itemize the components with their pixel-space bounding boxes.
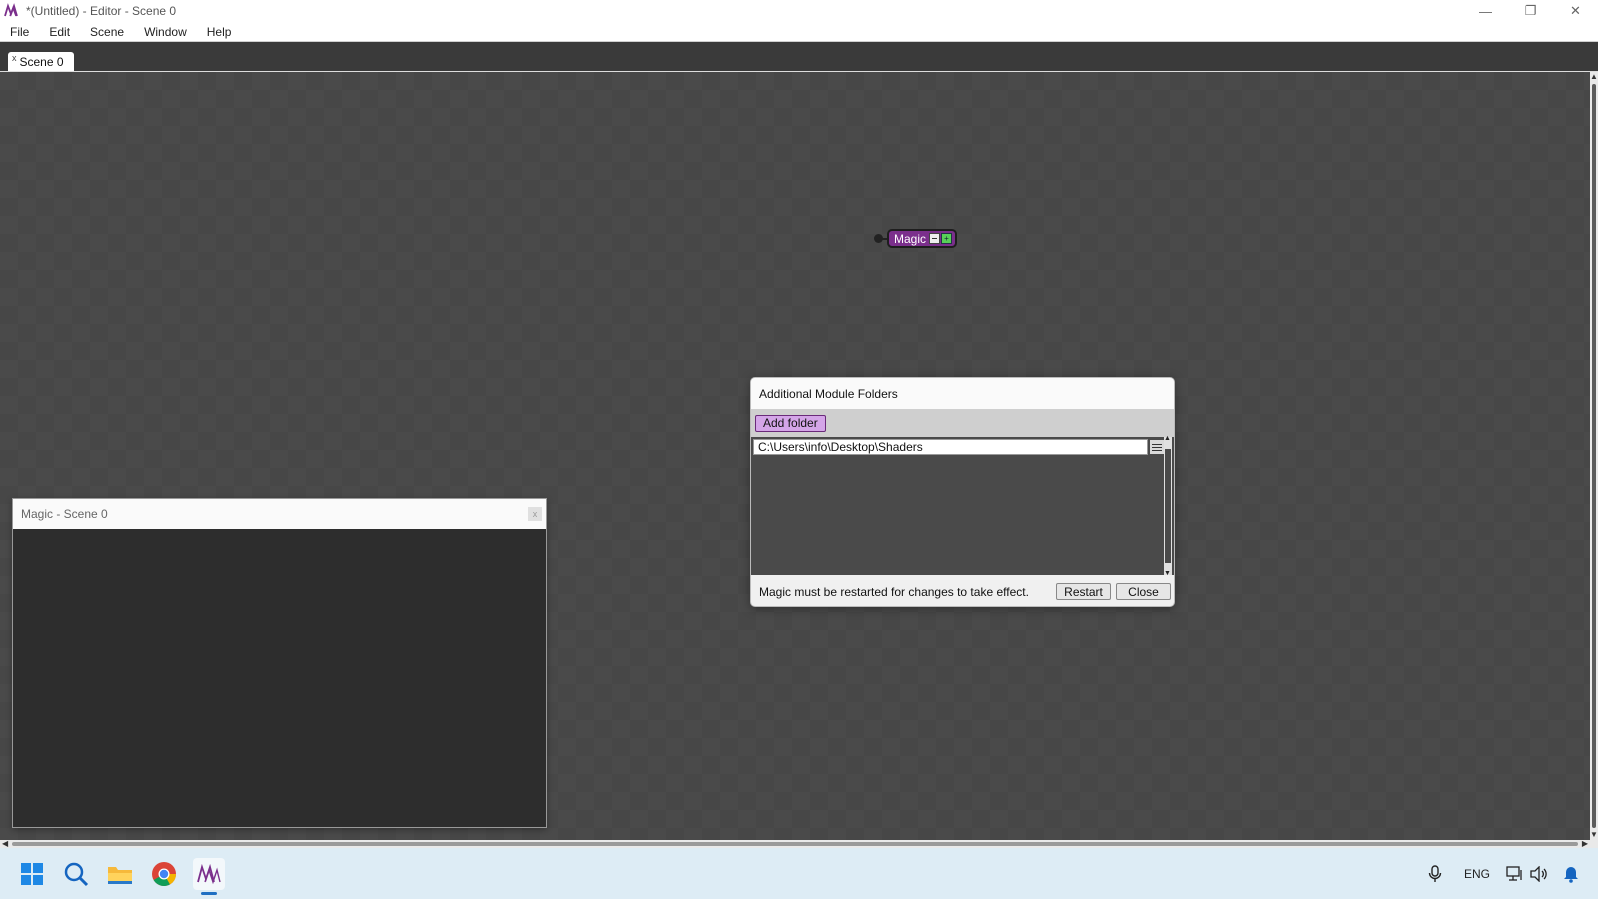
node-collapse-icon[interactable] <box>929 233 941 244</box>
module-folders-dialog: Additional Module Folders Add folder C:\… <box>750 377 1175 607</box>
menu-window[interactable]: Window <box>134 22 197 42</box>
hamburger-menu-icon[interactable] <box>1150 440 1164 454</box>
node-output-icon[interactable]: + <box>941 233 953 244</box>
preview-window-header[interactable]: Magic - Scene 0 x <box>13 499 546 529</box>
scroll-thumb[interactable] <box>1592 84 1596 828</box>
scroll-thumb[interactable] <box>12 842 1578 846</box>
preview-window: Magic - Scene 0 x <box>12 498 547 828</box>
window-controls: — ❐ ✕ <box>1463 0 1598 22</box>
restart-notice: Magic must be restarted for changes to t… <box>759 584 1029 599</box>
active-app-indicator <box>201 892 217 895</box>
language-indicator[interactable]: ENG <box>1464 848 1490 899</box>
microphone-icon[interactable] <box>1428 848 1442 899</box>
canvas-vertical-scrollbar[interactable]: ▲ ▼ <box>1590 72 1598 840</box>
windows-start-icon[interactable] <box>16 858 48 890</box>
menu-bar: File Edit Scene Window Help <box>0 22 1598 42</box>
window-title: *(Untitled) - Editor - Scene 0 <box>26 4 177 18</box>
menu-file[interactable]: File <box>0 22 39 42</box>
magic-node[interactable]: Magic + <box>887 229 957 248</box>
tab-label: Scene 0 <box>19 55 64 69</box>
preview-close-button[interactable]: x <box>528 507 542 521</box>
scroll-down-icon[interactable]: ▼ <box>1164 570 1171 577</box>
add-folder-button[interactable]: Add folder <box>755 414 826 432</box>
menu-help[interactable]: Help <box>197 22 242 42</box>
menu-edit[interactable]: Edit <box>39 22 80 42</box>
magic-logo-icon <box>4 3 18 17</box>
folder-list-scrollbar[interactable]: ▲ ▼ <box>1164 435 1172 577</box>
dialog-toolbar: Add folder <box>751 409 1174 437</box>
notification-bell-icon[interactable] <box>1563 848 1579 899</box>
close-window-button[interactable]: ✕ <box>1553 0 1598 22</box>
search-icon[interactable] <box>60 858 92 890</box>
folder-list: C:\Users\info\Desktop\Shaders ▲ ▼ <box>751 435 1174 577</box>
dialog-title: Additional Module Folders <box>751 378 1174 409</box>
network-icon[interactable] <box>1506 848 1524 899</box>
scroll-up-icon[interactable]: ▲ <box>1590 72 1598 82</box>
scroll-down-icon[interactable]: ▼ <box>1590 830 1598 840</box>
dialog-footer: Magic must be restarted for changes to t… <box>751 575 1174 606</box>
magic-app-icon[interactable] <box>193 858 225 890</box>
restart-button[interactable]: Restart <box>1056 583 1111 600</box>
tab-scene-0[interactable]: x Scene 0 <box>8 52 74 72</box>
restore-button[interactable]: ❐ <box>1508 0 1553 22</box>
folder-path-field[interactable]: C:\Users\info\Desktop\Shaders <box>753 439 1148 455</box>
chrome-icon[interactable] <box>148 858 180 890</box>
file-explorer-icon[interactable] <box>104 858 136 890</box>
tab-close-icon[interactable]: x <box>12 53 17 63</box>
node-label: Magic <box>894 231 927 246</box>
scroll-thumb[interactable] <box>1165 449 1171 563</box>
close-button[interactable]: Close <box>1116 583 1171 600</box>
volume-icon[interactable] <box>1530 848 1548 899</box>
scroll-right-icon[interactable]: ▶ <box>1582 839 1588 848</box>
tab-bar: x Scene 0 <box>0 42 1598 72</box>
title-bar: *(Untitled) - Editor - Scene 0 — ❐ ✕ <box>0 0 1598 22</box>
taskbar <box>0 848 1598 899</box>
scroll-left-icon[interactable]: ◀ <box>2 839 8 848</box>
menu-scene[interactable]: Scene <box>80 22 134 42</box>
preview-window-title: Magic - Scene 0 <box>21 507 108 521</box>
canvas-horizontal-scrollbar[interactable]: ◀ ▶ <box>0 839 1598 848</box>
minimize-button[interactable]: — <box>1463 0 1508 22</box>
scroll-up-icon[interactable]: ▲ <box>1164 435 1171 442</box>
